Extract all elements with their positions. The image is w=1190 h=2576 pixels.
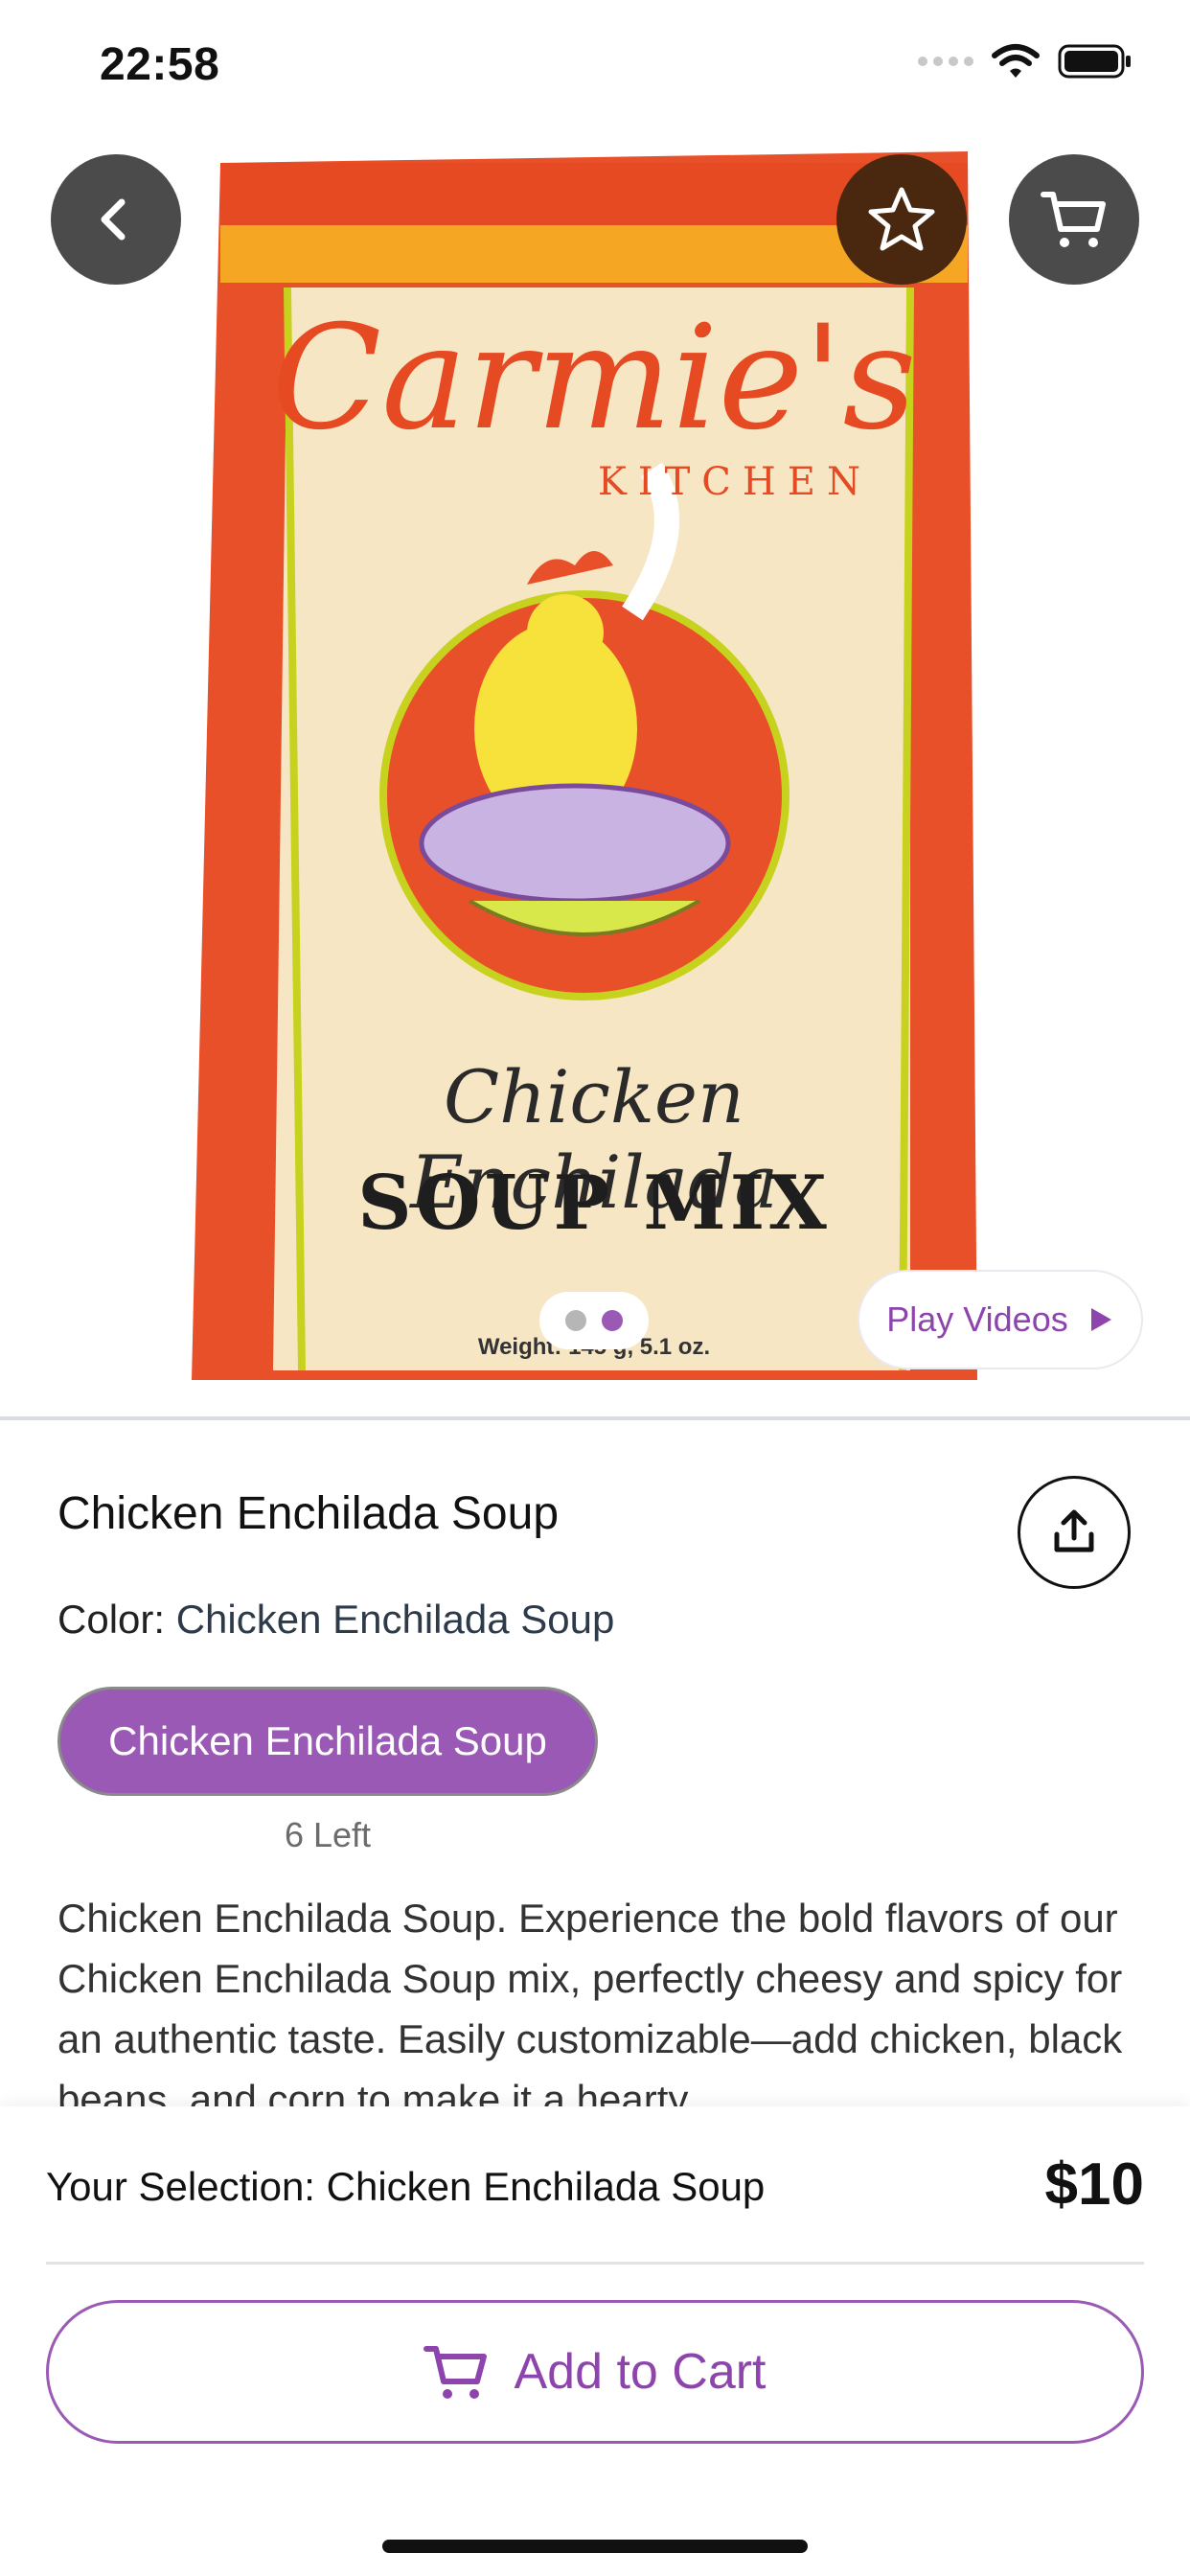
selection-line: Your Selection: Chicken Enchilada Soup bbox=[46, 2164, 765, 2210]
share-icon bbox=[1054, 1509, 1094, 1552]
variant-chip[interactable]: Chicken Enchilada Soup bbox=[57, 1687, 598, 1796]
share-button[interactable] bbox=[1018, 1476, 1131, 1589]
product-description: Chicken Enchilada Soup. Experience the b… bbox=[57, 1896, 1123, 2110]
product-title: Chicken Enchilada Soup bbox=[57, 1488, 560, 1539]
status-time: 22:58 bbox=[100, 39, 220, 90]
stock-count: 6 Left bbox=[284, 1815, 372, 1854]
cart-icon bbox=[1041, 192, 1106, 247]
product-type-text: SOUP MIX bbox=[357, 1160, 831, 1247]
bottom-bar: Your Selection: Chicken Enchilada Soup $… bbox=[0, 2106, 1190, 2576]
product-details: Chicken Enchilada Soup Color: Chicken En… bbox=[0, 1420, 1190, 2110]
play-icon bbox=[1090, 1308, 1111, 1331]
add-to-cart-button[interactable]: Add to Cart bbox=[46, 2300, 1144, 2444]
play-videos-label: Play Videos bbox=[886, 1300, 1068, 1339]
star-icon bbox=[868, 187, 935, 251]
status-icons bbox=[918, 42, 1133, 80]
brand-text: Carmie's bbox=[271, 295, 917, 462]
bottom-divider bbox=[46, 2262, 1144, 2265]
wifi-icon bbox=[992, 44, 1040, 78]
signal-icon bbox=[918, 57, 973, 66]
pager-dot-active[interactable] bbox=[602, 1310, 623, 1331]
status-bar: 22:58 bbox=[0, 0, 1190, 134]
cart-icon bbox=[423, 2346, 488, 2399]
color-value: Chicken Enchilada Soup bbox=[175, 1597, 615, 1642]
image-pager[interactable] bbox=[539, 1292, 649, 1349]
add-to-cart-label: Add to Cart bbox=[514, 2344, 767, 2400]
chevron-left-icon bbox=[101, 198, 126, 241]
cart-button[interactable] bbox=[1009, 154, 1139, 285]
favorite-button[interactable] bbox=[836, 154, 967, 285]
play-videos-button[interactable]: Play Videos bbox=[858, 1270, 1143, 1369]
brand-sub-text: KITCHEN bbox=[597, 460, 872, 504]
selection-label: Your Selection: bbox=[46, 2164, 315, 2209]
home-indicator[interactable] bbox=[382, 2540, 808, 2553]
selection-value: Chicken Enchilada Soup bbox=[326, 2164, 766, 2209]
pager-dot[interactable] bbox=[565, 1310, 586, 1331]
color-label: Color: bbox=[57, 1597, 166, 1642]
price: $10 bbox=[1044, 2151, 1144, 2218]
battery-icon bbox=[1058, 44, 1131, 79]
product-hero: Carmie's KITCHEN Chicken Enchilada SOUP … bbox=[0, 0, 1190, 1418]
back-button[interactable] bbox=[51, 154, 181, 285]
color-line: Color: Chicken Enchilada Soup bbox=[57, 1597, 614, 1643]
